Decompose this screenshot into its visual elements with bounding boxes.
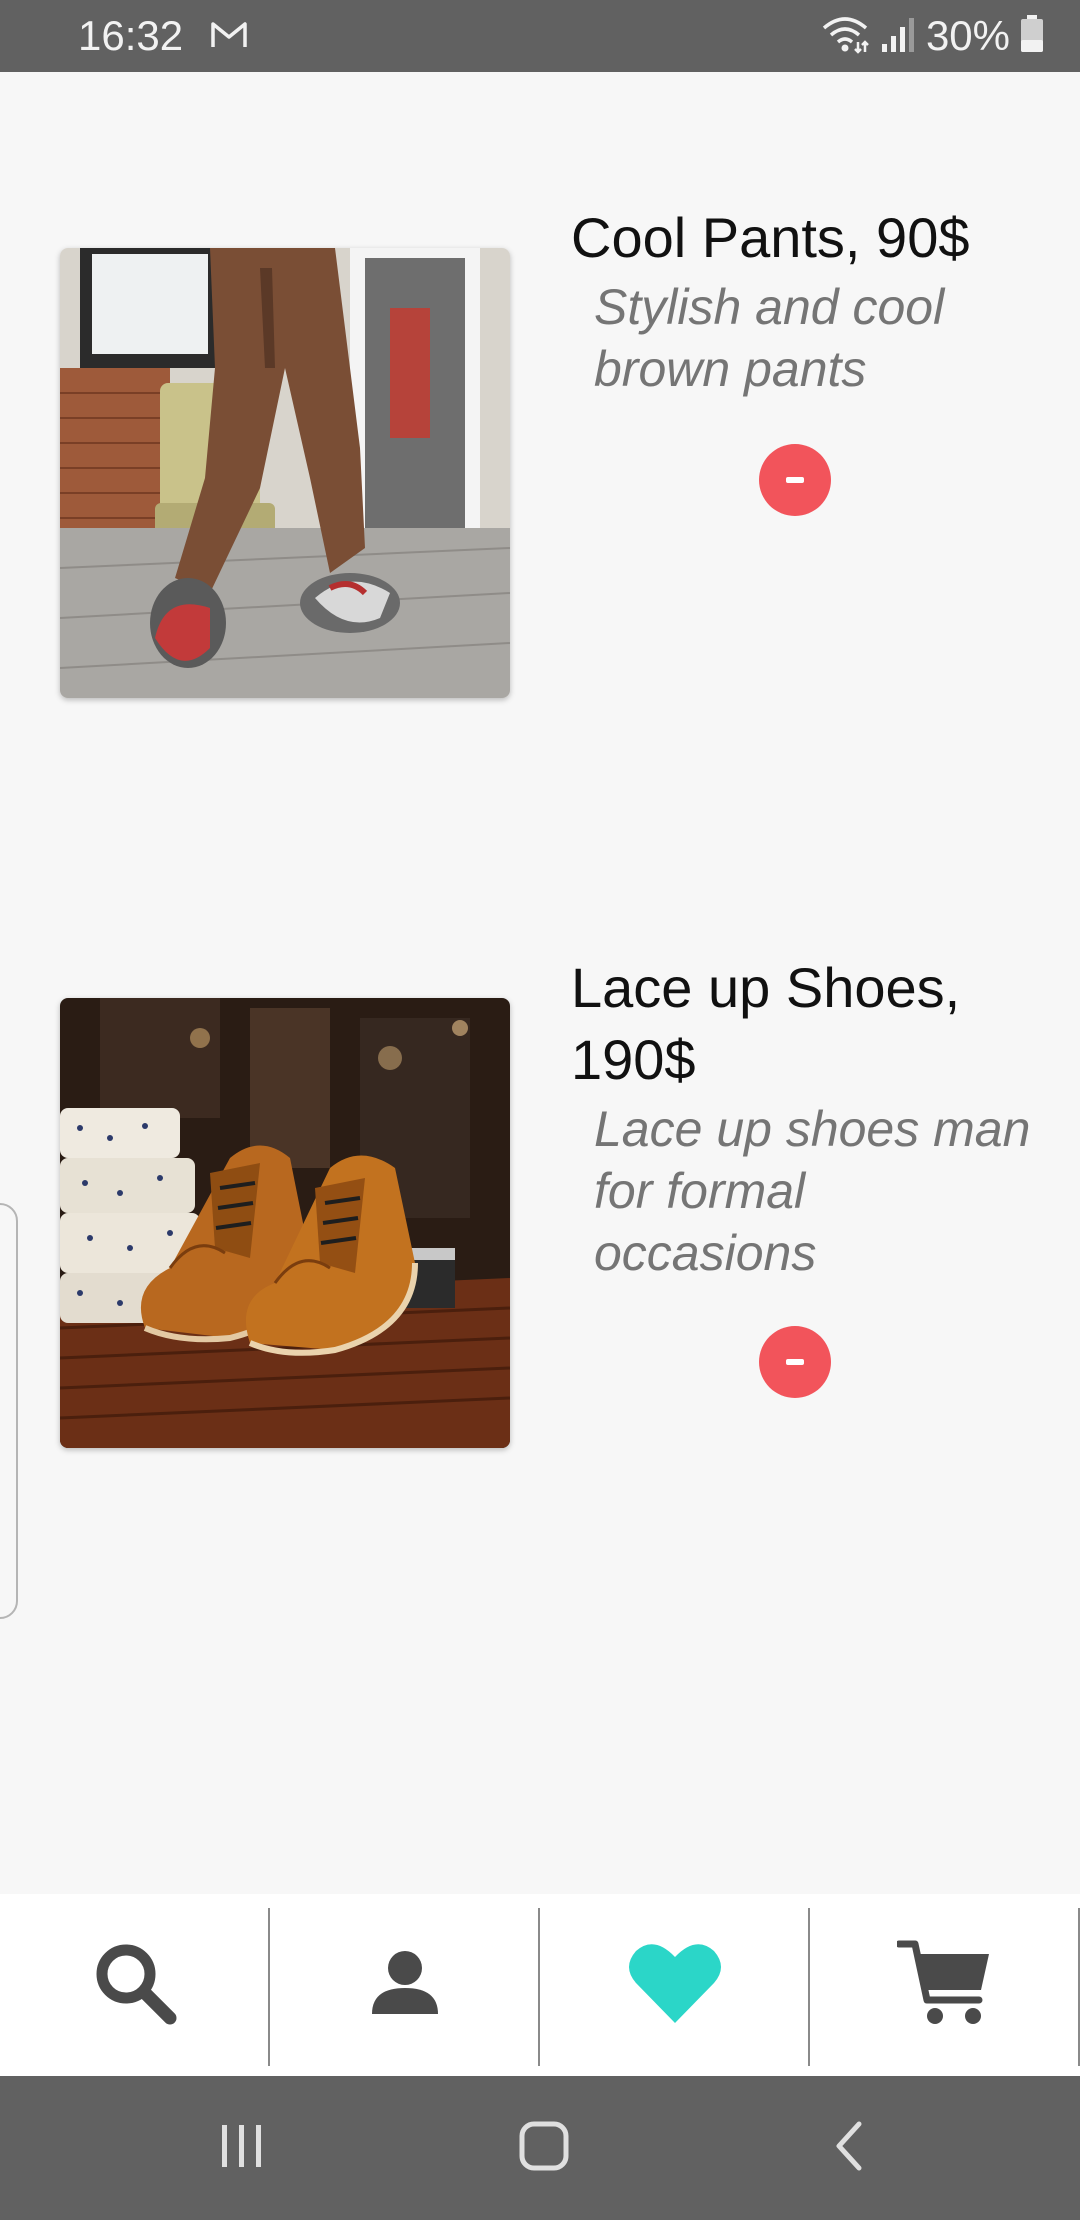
home-icon [518,2120,570,2177]
gmail-icon [210,20,248,55]
recent-apps-icon [219,2123,265,2174]
shoes-photo[interactable] [60,998,510,1448]
tab-favorites[interactable] [540,1894,810,2076]
wifi-icon [820,14,870,59]
signal-icon [880,14,916,59]
back-icon [831,2120,865,2177]
remove-favorite-button[interactable] [759,1326,831,1398]
system-navigation-bar [0,2076,1080,2220]
pants-photo[interactable] [60,248,510,698]
recent-apps-button[interactable] [162,2076,322,2220]
bottom-tab-bar [0,1894,1080,2076]
battery-percent: 30% [925,12,1010,59]
edge-panel-handle[interactable] [0,1203,18,1619]
tab-search[interactable] [0,1894,270,2076]
product-title: Cool Pants, 90$ [571,206,970,269]
home-button[interactable] [464,2076,624,2220]
status-indicators: 30% [820,10,1044,62]
heart-icon [628,1941,722,2030]
cart-icon [895,1938,993,2033]
remove-favorite-button[interactable] [759,444,831,516]
status-time: 16:32 [78,12,184,59]
product-title: Lace up Shoes, 190$ [571,956,961,1091]
minus-icon [786,1359,804,1365]
product-description: Stylish and cool brown pants [594,279,945,397]
product-description: Lace up shoes man for formal occasions [594,1101,1031,1281]
minus-icon [786,477,804,483]
battery-icon [1020,14,1044,59]
back-button[interactable] [768,2076,928,2220]
search-icon [90,1938,180,2033]
status-bar: 16:32 30% [0,0,1080,72]
tab-cart[interactable] [810,1894,1080,2076]
person-icon [370,1950,440,2021]
tab-profile[interactable] [270,1894,540,2076]
